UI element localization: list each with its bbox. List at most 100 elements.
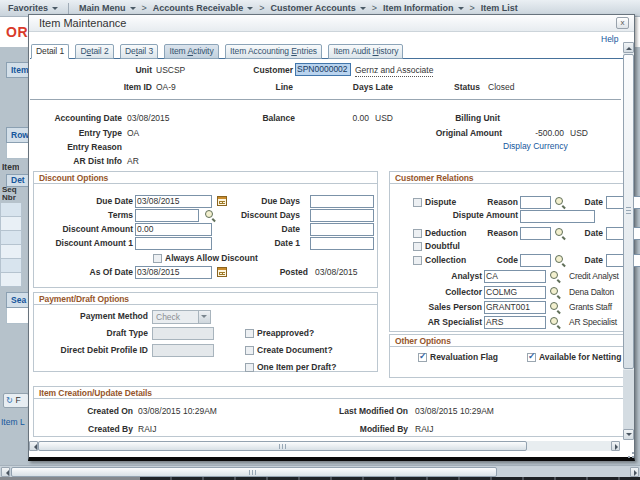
discount-amount-label: Discount Amount xyxy=(35,223,133,236)
ar-dist-info-value: AR xyxy=(127,155,139,168)
terms-label: Terms xyxy=(35,209,133,222)
deduction-reason-input[interactable] xyxy=(520,227,551,240)
dispute-reason-input[interactable] xyxy=(520,196,551,209)
scrollbar-thumb[interactable] xyxy=(11,467,497,477)
due-days-input[interactable] xyxy=(310,195,374,208)
modal-horizontal-scrollbar[interactable] xyxy=(29,441,620,451)
breadcrumb-item-information[interactable]: Item Information xyxy=(383,3,464,13)
customer-name[interactable]: Gernz and Associate xyxy=(355,64,433,77)
dispute-checkbox[interactable] xyxy=(413,198,422,207)
lookup-icon[interactable] xyxy=(550,317,561,328)
refresh-button[interactable]: ↻ F xyxy=(3,393,29,408)
calendar-icon[interactable] xyxy=(217,267,227,277)
scrollbar-track[interactable] xyxy=(623,370,634,429)
breadcrumb-main-menu[interactable]: Main Menu xyxy=(79,3,136,13)
discount-options-title: Discount Options xyxy=(39,173,108,183)
bg-item-list-link[interactable]: Item L xyxy=(1,417,25,427)
breadcrumb-favorites[interactable]: Favorites xyxy=(8,3,58,13)
status-value: Closed xyxy=(488,81,514,94)
reason-label: Reason xyxy=(458,196,518,209)
created-by-label: Created By xyxy=(33,423,133,436)
bg-grid-cell xyxy=(0,259,22,273)
close-icon[interactable]: x xyxy=(616,17,629,29)
scrollbar-thumb[interactable] xyxy=(623,54,634,369)
scroll-right-button[interactable] xyxy=(630,467,639,477)
ar-specialist-desc: AR Specialist xyxy=(569,316,617,329)
sales-person-label: Sales Person xyxy=(402,301,482,314)
discount-amount-input[interactable]: 0.00 xyxy=(135,223,212,236)
collector-desc: Dena Dalton xyxy=(569,286,614,299)
due-days-label: Due Days xyxy=(220,195,300,208)
oracle-logo: ORACLE xyxy=(6,24,29,40)
page-horizontal-scrollbar[interactable] xyxy=(0,465,640,477)
status-label: Status xyxy=(409,81,480,94)
collector-input[interactable]: COLMG xyxy=(484,286,546,299)
scroll-down-button[interactable] xyxy=(623,429,634,440)
terms-input[interactable] xyxy=(135,209,199,222)
tab-detail-2[interactable]: Detail 2 xyxy=(75,44,113,59)
date-input[interactable] xyxy=(310,223,374,236)
one-item-per-draft-checkbox[interactable] xyxy=(245,363,254,372)
tab-detail-1[interactable]: Detail 1 xyxy=(31,44,69,59)
sales-person-input[interactable]: GRANT001 xyxy=(484,301,546,314)
draft-type-input xyxy=(152,327,214,340)
deduction-checkbox[interactable] xyxy=(413,229,422,238)
always-allow-discount-label: Always Allow Discount xyxy=(165,252,258,265)
item-id-label: Item ID xyxy=(49,81,152,94)
last-modified-on-label: Last Modified On xyxy=(308,405,408,418)
posted-label: Posted xyxy=(238,266,308,279)
discount-days-input[interactable] xyxy=(310,209,374,222)
discount-amount-1-input[interactable] xyxy=(135,237,212,250)
collection-code-input[interactable] xyxy=(520,254,551,267)
lookup-icon[interactable] xyxy=(550,271,561,282)
payment-method-select[interactable]: Check xyxy=(152,310,211,324)
lookup-icon[interactable] xyxy=(205,210,216,221)
ar-specialist-label: AR Specialist xyxy=(402,316,482,329)
due-date-input[interactable]: 03/08/2015 xyxy=(135,195,212,208)
breadcrumb-customer-accounts[interactable]: Customer Accounts xyxy=(271,3,366,13)
tab-item-activity[interactable]: Item Activity xyxy=(164,44,218,59)
available-for-netting-checkbox[interactable] xyxy=(527,353,536,362)
balance-value: 0.00USD xyxy=(279,112,393,125)
create-document-checkbox[interactable] xyxy=(245,346,254,355)
tab-item-accounting-entries[interactable]: Item Accounting Entries xyxy=(225,44,322,59)
dispute-amount-input[interactable] xyxy=(520,210,595,223)
display-currency-link[interactable]: Display Currency xyxy=(503,141,568,151)
scroll-left-button[interactable] xyxy=(1,467,10,477)
lookup-icon[interactable] xyxy=(550,287,561,298)
revaluation-flag-checkbox[interactable] xyxy=(418,353,427,362)
breadcrumb-separator: > xyxy=(372,3,377,13)
chevron-down-icon xyxy=(458,7,464,13)
as-of-date-input[interactable]: 03/08/2015 xyxy=(135,266,212,279)
analyst-input[interactable]: CA xyxy=(484,270,546,283)
help-link[interactable]: Help xyxy=(601,34,618,44)
modal-vertical-scrollbar[interactable] xyxy=(623,42,634,440)
preapproved-checkbox[interactable] xyxy=(245,329,254,338)
available-for-netting-label: Available for Netting xyxy=(539,351,621,364)
always-allow-discount-checkbox[interactable] xyxy=(153,254,162,263)
date-1-label: Date 1 xyxy=(220,237,300,250)
reason-label: Reason xyxy=(458,227,518,240)
original-amount-value: -500.00USD xyxy=(474,127,588,140)
lookup-icon[interactable] xyxy=(550,302,561,313)
breadcrumb-accounts-receivable[interactable]: Accounts Receivable xyxy=(153,3,254,13)
entry-type-label: Entry Type xyxy=(29,127,122,140)
doubtful-checkbox[interactable] xyxy=(413,242,422,251)
scroll-left-button[interactable] xyxy=(29,441,38,451)
analyst-label: Analyst xyxy=(402,270,482,283)
breadcrumb-item-list[interactable]: Item List xyxy=(481,3,518,13)
resize-grip[interactable] xyxy=(625,449,635,459)
chevron-down-icon xyxy=(247,7,253,13)
collection-checkbox[interactable] xyxy=(413,256,422,265)
scroll-up-button[interactable] xyxy=(623,42,634,53)
scrollbar-thumb[interactable] xyxy=(38,441,527,451)
other-options-title: Other Options xyxy=(395,336,451,346)
tab-detail-3[interactable]: Detail 3 xyxy=(120,44,158,59)
customer-input[interactable]: SPN0000002 xyxy=(295,63,351,76)
created-on-value: 03/08/2015 10:29AM xyxy=(138,405,217,418)
modified-by-value: RAIJ xyxy=(415,423,433,436)
tab-item-audit-history[interactable]: Item Audit History xyxy=(328,44,403,59)
ar-specialist-input[interactable]: ARS xyxy=(484,316,546,329)
date-1-input[interactable] xyxy=(310,237,374,250)
scroll-right-button[interactable] xyxy=(611,441,620,451)
